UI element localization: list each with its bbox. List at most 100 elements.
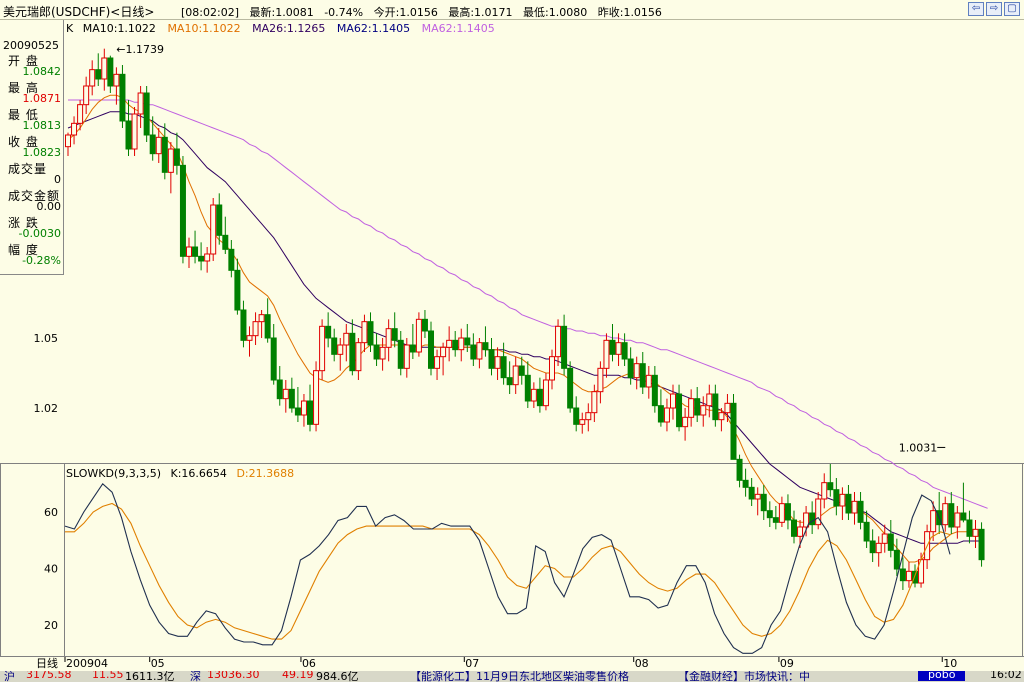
- candle-body: [89, 69, 96, 87]
- candle-body: [639, 363, 646, 388]
- candle-body: [403, 344, 410, 369]
- candle-body: [161, 136, 168, 173]
- candle-body: [222, 234, 229, 250]
- candle-body: [252, 321, 259, 337]
- candle-body: [875, 542, 882, 554]
- candle-body: [536, 388, 543, 407]
- candle-body: [270, 337, 277, 381]
- candle-body: [827, 482, 834, 491]
- candle-body: [240, 309, 247, 341]
- candle-body: [899, 568, 906, 582]
- candle-body: [754, 493, 761, 500]
- candle-body: [736, 458, 743, 481]
- candle-body: [391, 328, 398, 341]
- candle-body: [294, 407, 301, 416]
- ticker-item: 984.6亿: [316, 671, 359, 682]
- candle-body: [603, 339, 610, 369]
- x-tick-label: 06: [302, 657, 316, 670]
- period-label: 日线: [36, 656, 58, 670]
- candle-body: [530, 388, 537, 402]
- candle-body: [597, 367, 604, 393]
- candle-body: [585, 412, 592, 421]
- price-tick-label: 1.02: [34, 402, 59, 415]
- candle-body: [561, 325, 568, 369]
- candle-body: [361, 321, 368, 344]
- candle-body: [609, 339, 616, 355]
- candle-body: [65, 134, 71, 148]
- candle-body: [355, 342, 362, 372]
- candle-body: [869, 540, 876, 554]
- kd-tick-label: 20: [44, 619, 58, 632]
- candle-body: [421, 318, 428, 332]
- candle-body: [198, 255, 205, 262]
- candle-body: [216, 204, 223, 236]
- high-annotation: ←1.1739: [116, 43, 164, 56]
- ma10-line: [67, 94, 976, 563]
- candle-body: [905, 570, 912, 582]
- candle-body: [972, 528, 979, 537]
- candle-body: [192, 246, 199, 257]
- candle-body: [337, 344, 344, 355]
- candle-body: [482, 342, 489, 351]
- ticker-item: 3175.58: [26, 671, 72, 681]
- candle-body: [833, 489, 840, 507]
- candle-body: [621, 342, 628, 360]
- price-chart[interactable]: 1.05 1.02 ←1.1739 1.0031 60 40 20 日线 200904 05 06 0…: [0, 0, 1024, 671]
- candle-body: [942, 503, 949, 526]
- candle-body: [512, 365, 519, 386]
- candle-body: [518, 365, 525, 376]
- candle-body: [506, 377, 513, 386]
- candle-body: [500, 356, 507, 379]
- candle-body: [579, 419, 586, 425]
- x-tick-label: 10: [943, 657, 957, 670]
- candle-body: [627, 358, 634, 379]
- candle-body: [319, 325, 326, 372]
- candle-body: [149, 134, 156, 155]
- candle-body: [954, 512, 961, 528]
- candle-body: [276, 379, 283, 400]
- candle-body: [167, 148, 174, 173]
- candle-body: [228, 248, 235, 271]
- candle-body: [966, 519, 973, 537]
- candle-body: [155, 136, 162, 155]
- low-annotation: 1.0031: [899, 441, 938, 454]
- candle-body: [379, 346, 386, 360]
- x-tick-label: 08: [635, 657, 649, 670]
- candle-body: [143, 92, 150, 136]
- candle-body: [385, 328, 392, 348]
- candle-body: [742, 479, 749, 488]
- candle-body: [131, 113, 138, 150]
- candle-body: [694, 398, 701, 416]
- candle-body: [428, 330, 434, 369]
- candle-body: [246, 335, 253, 341]
- candle-body: [476, 342, 483, 360]
- candle-body: [524, 374, 531, 402]
- candle-body: [204, 253, 211, 262]
- candle-body: [573, 407, 580, 425]
- candle-body: [349, 332, 356, 372]
- candle-body: [113, 73, 120, 87]
- candle-body: [373, 344, 380, 360]
- x-tick-label: 05: [151, 657, 165, 670]
- candle-body: [821, 482, 828, 500]
- candle-body: [488, 349, 495, 369]
- candle-body: [446, 339, 453, 348]
- candle-body: [282, 388, 289, 400]
- candle-body: [863, 521, 870, 542]
- kd-tick-label: 60: [44, 506, 58, 519]
- candle-body: [325, 325, 332, 339]
- ma26-line: [67, 111, 982, 544]
- candle-body: [839, 493, 846, 507]
- candle-body: [307, 400, 313, 425]
- candle-body: [881, 533, 888, 544]
- x-tick-label: 09: [780, 657, 794, 670]
- candle-body: [137, 92, 144, 115]
- candle-body: [300, 400, 307, 416]
- candle-body: [712, 393, 719, 421]
- candle-body: [676, 393, 683, 428]
- candle-body: [458, 337, 465, 351]
- ticker-item: 【能源化工】11月9日东北地区柴油零售价格: [410, 671, 629, 682]
- candle-body: [452, 339, 459, 351]
- candle-body: [887, 533, 894, 551]
- ticker-item: 1611.3亿: [125, 671, 175, 682]
